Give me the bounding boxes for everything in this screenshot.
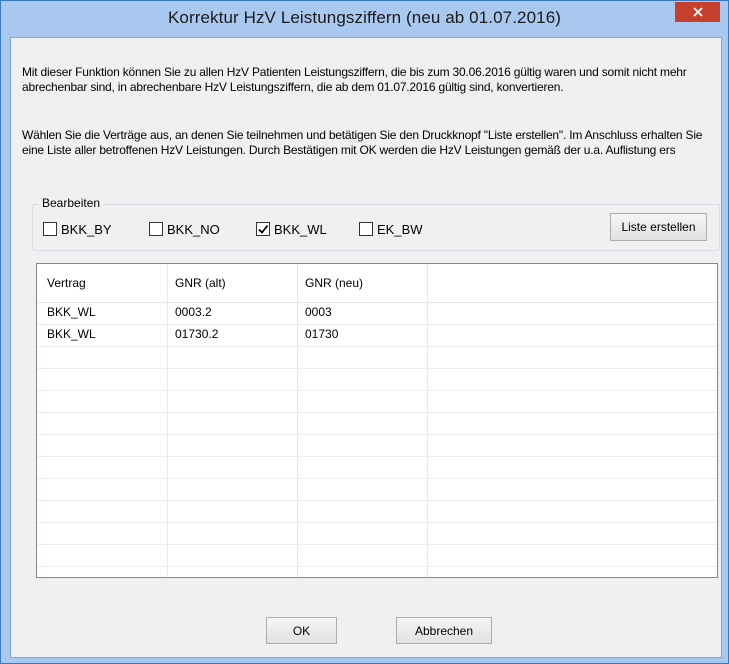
- ok-button[interactable]: OK: [266, 617, 337, 644]
- column-header-gnr-alt[interactable]: GNR (alt): [175, 276, 226, 290]
- checkmark-icon: [258, 224, 269, 234]
- checkbox-bkk-no[interactable]: BKK_NO: [149, 221, 220, 237]
- checkbox-label: BKK_BY: [61, 221, 112, 237]
- table-row-empty: [37, 390, 717, 413]
- dialog-content: Mit dieser Funktion können Sie zu allen …: [10, 37, 722, 658]
- table-row-empty: [37, 434, 717, 457]
- cell-vertrag: BKK_WL: [47, 305, 96, 319]
- table-row-empty: [37, 522, 717, 545]
- table-row-empty: [37, 456, 717, 479]
- groupbox-label: Bearbeiten: [39, 196, 104, 210]
- checkbox-bkk-wl[interactable]: BKK_WL: [256, 221, 327, 237]
- close-button[interactable]: [675, 2, 720, 22]
- table-header: Vertrag GNR (alt) GNR (neu): [37, 264, 717, 303]
- checkbox-bkk-by[interactable]: BKK_BY: [43, 221, 112, 237]
- description-paragraph-2: Wählen Sie die Verträge aus, an denen Si…: [22, 128, 703, 157]
- window-title: Korrektur HzV Leistungsziffern (neu ab 0…: [167, 8, 562, 27]
- close-icon: [692, 7, 703, 17]
- cell-gnr-neu: 0003: [305, 305, 332, 319]
- create-list-button[interactable]: Liste erstellen: [610, 213, 707, 241]
- checkbox-box[interactable]: [256, 222, 270, 236]
- checkbox-label: BKK_WL: [274, 221, 327, 237]
- cell-gnr-neu: 01730: [305, 327, 339, 341]
- description-paragraph-1: Mit dieser Funktion können Sie zu allen …: [22, 65, 687, 94]
- cell-vertrag: BKK_WL: [47, 327, 96, 341]
- table-row-empty: [37, 412, 717, 435]
- checkbox-box[interactable]: [149, 222, 163, 236]
- table-row-empty: [37, 368, 717, 391]
- cell-gnr-alt: 01730.2: [175, 327, 219, 341]
- table-row[interactable]: BKK_WL 0003.2 0003: [37, 302, 717, 325]
- checkbox-label: BKK_NO: [167, 221, 220, 237]
- title-bar[interactable]: Korrektur HzV Leistungsziffern (neu ab 0…: [1, 1, 728, 37]
- dialog-window: Korrektur HzV Leistungsziffern (neu ab 0…: [0, 0, 729, 664]
- column-header-gnr-neu[interactable]: GNR (neu): [305, 276, 363, 290]
- table-row-empty: [37, 544, 717, 567]
- checkbox-box[interactable]: [43, 222, 57, 236]
- checkbox-ek-bw[interactable]: EK_BW: [359, 221, 423, 237]
- checkbox-label: EK_BW: [377, 221, 423, 237]
- table-row[interactable]: BKK_WL 01730.2 01730: [37, 324, 717, 347]
- table-row-empty: [37, 346, 717, 369]
- table-row-empty: [37, 478, 717, 501]
- results-table[interactable]: Vertrag GNR (alt) GNR (neu) BKK_WL 0003.…: [36, 263, 718, 578]
- cell-gnr-alt: 0003.2: [175, 305, 212, 319]
- checkbox-box[interactable]: [359, 222, 373, 236]
- cancel-button[interactable]: Abbrechen: [396, 617, 492, 644]
- column-header-vertrag[interactable]: Vertrag: [47, 276, 86, 290]
- table-row-empty: [37, 500, 717, 523]
